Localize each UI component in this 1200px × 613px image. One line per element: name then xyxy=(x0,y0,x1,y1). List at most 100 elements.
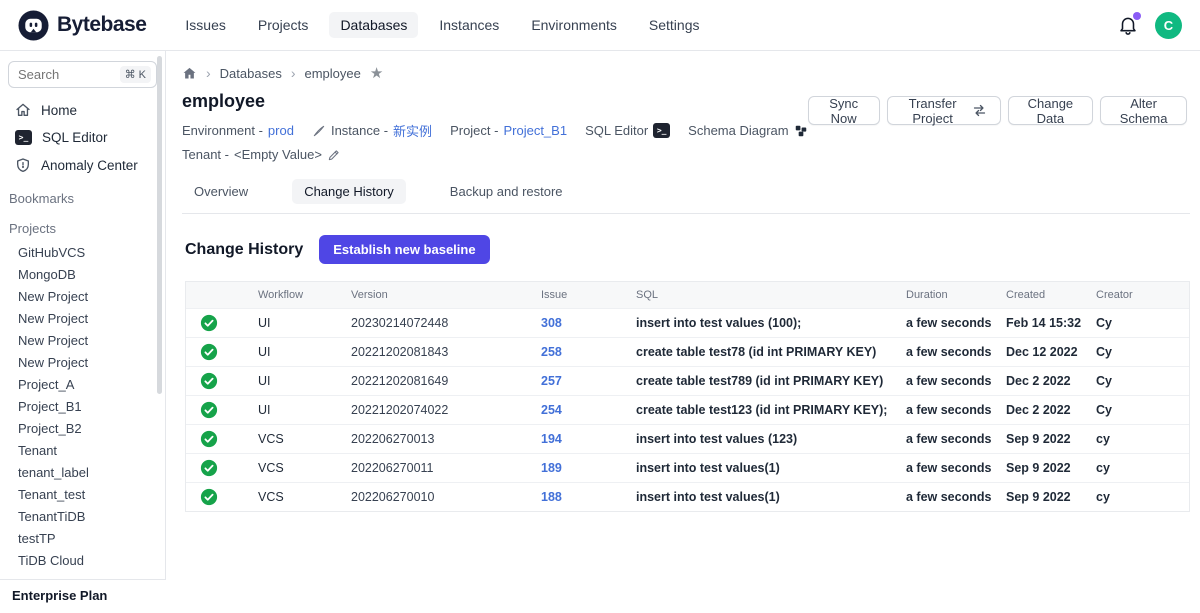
issue-link[interactable]: 189 xyxy=(541,461,636,475)
sql-cell: insert into test values(1) xyxy=(636,461,906,475)
database-tab[interactable]: Overview xyxy=(182,179,260,204)
sidebar-project-item[interactable]: TiDB Cloud xyxy=(0,550,165,572)
breadcrumb-databases[interactable]: Databases xyxy=(220,66,282,81)
sidebar-item-anomaly-center[interactable]: Anomaly Center xyxy=(0,151,165,179)
sql-cell: insert into test values (123) xyxy=(636,432,906,446)
version-cell: 202206270011 xyxy=(351,461,541,475)
change-history-row[interactable]: VCS 202206270010 188 insert into test va… xyxy=(186,482,1189,511)
transfer-project-button[interactable]: Transfer Project xyxy=(887,96,1001,125)
change-history-row[interactable]: UI 20221202081843 258 create table test7… xyxy=(186,337,1189,366)
sync-now-button[interactable]: Sync Now xyxy=(808,96,880,125)
issue-link[interactable]: 308 xyxy=(541,316,636,330)
sidebar-project-item[interactable]: New Project xyxy=(0,330,165,352)
database-tab[interactable]: Backup and restore xyxy=(438,179,575,204)
sidebar-project-item[interactable]: testTP xyxy=(0,528,165,550)
change-history-row[interactable]: UI 20230214072448 308 insert into test v… xyxy=(186,308,1189,337)
avatar[interactable]: C xyxy=(1155,12,1182,39)
top-nav-item[interactable]: Instances xyxy=(428,12,510,38)
sidebar-project-item[interactable]: New Project xyxy=(0,352,165,374)
sidebar-project-item[interactable]: New Project xyxy=(0,286,165,308)
database-tab[interactable]: Change History xyxy=(292,179,406,204)
breadcrumb-home-icon[interactable] xyxy=(182,66,197,81)
created-cell: Dec 2 2022 xyxy=(1006,403,1096,417)
creator-cell: Cy xyxy=(1096,345,1189,359)
alter-schema-button[interactable]: Alter Schema xyxy=(1100,96,1187,125)
breadcrumb-separator: › xyxy=(291,65,296,81)
meta-sql-editor[interactable]: SQL Editor >_ xyxy=(585,123,670,138)
issue-link[interactable]: 257 xyxy=(541,374,636,388)
top-nav-item[interactable]: Projects xyxy=(247,12,320,38)
version-cell: 20221202081843 xyxy=(351,345,541,359)
meta-project: Project - Project_B1 xyxy=(450,123,567,138)
sidebar-project-item[interactable]: TenantTiDB xyxy=(0,506,165,528)
status-cell xyxy=(186,401,258,419)
top-nav-item[interactable]: Issues xyxy=(174,12,236,38)
sidebar-project-item[interactable]: Tenant_test xyxy=(0,484,165,506)
page-actions: Sync Now Transfer Project Change Data xyxy=(808,96,1190,125)
duration-cell: a few seconds xyxy=(906,374,1006,388)
sidebar-project-item[interactable]: New Project xyxy=(0,308,165,330)
change-history-row[interactable]: UI 20221202074022 254 create table test1… xyxy=(186,395,1189,424)
created-cell: Sep 9 2022 xyxy=(1006,432,1096,446)
top-nav-item[interactable]: Settings xyxy=(638,12,711,38)
success-check-icon xyxy=(200,488,218,506)
notifications-button[interactable] xyxy=(1117,14,1139,36)
sidebar: ⌘ K Home >_ SQL Editor xyxy=(0,51,166,613)
establish-baseline-button[interactable]: Establish new baseline xyxy=(319,235,489,264)
sidebar-project-item[interactable]: Project_B1 xyxy=(0,396,165,418)
issue-link[interactable]: 194 xyxy=(541,432,636,446)
meta-environment: Environment - prod xyxy=(182,123,294,138)
sidebar-nav: Home >_ SQL Editor Anomaly Center xyxy=(0,96,165,179)
sync-now-label: Sync Now xyxy=(822,96,866,126)
creator-cell: cy xyxy=(1096,432,1189,446)
instance-link[interactable]: 新实例 xyxy=(393,121,432,140)
version-cell: 20230214072448 xyxy=(351,316,541,330)
top-nav-item[interactable]: Environments xyxy=(520,12,628,38)
meta-schema-diagram[interactable]: Schema Diagram xyxy=(688,123,807,138)
version-column-header: Version xyxy=(351,289,541,301)
instance-label: Instance - xyxy=(331,123,388,138)
creator-cell: cy xyxy=(1096,490,1189,504)
creator-cell: cy xyxy=(1096,461,1189,475)
quill-icon xyxy=(312,124,326,138)
sidebar-project-item[interactable]: Project_B2 xyxy=(0,418,165,440)
change-history-row[interactable]: UI 20221202081649 257 create table test7… xyxy=(186,366,1189,395)
sidebar-item-home[interactable]: Home xyxy=(0,96,165,124)
creator-cell: Cy xyxy=(1096,403,1189,417)
sidebar-project-item[interactable]: tenant_label xyxy=(0,462,165,484)
change-history-table-header: Workflow Version Issue SQL Duration Crea… xyxy=(186,282,1189,308)
sql-editor-icon: >_ xyxy=(653,123,670,138)
top-nav-item[interactable]: Databases xyxy=(329,12,418,38)
sidebar-project-item[interactable]: Project_A xyxy=(0,374,165,396)
sidebar-scrollbar[interactable] xyxy=(157,56,162,394)
favorite-star-icon[interactable]: ★ xyxy=(370,66,383,81)
issue-link[interactable]: 258 xyxy=(541,345,636,359)
transfer-project-label: Transfer Project xyxy=(901,96,965,126)
sidebar-project-item[interactable]: Tenant xyxy=(0,440,165,462)
edit-pencil-icon[interactable] xyxy=(327,148,341,162)
breadcrumb-employee[interactable]: employee xyxy=(305,66,361,81)
sidebar-project-item[interactable]: GitHubVCS xyxy=(0,242,165,264)
search-box[interactable]: ⌘ K xyxy=(8,61,157,88)
issue-link[interactable]: 254 xyxy=(541,403,636,417)
change-history-table: Workflow Version Issue SQL Duration Crea… xyxy=(185,281,1190,512)
sql-editor-label: SQL Editor xyxy=(585,123,648,138)
page-header: employee Environment - prod Instance - xyxy=(182,91,1190,162)
notification-dot xyxy=(1133,12,1141,20)
change-history-row[interactable]: VCS 202206270013 194 insert into test va… xyxy=(186,424,1189,453)
breadcrumb-separator: › xyxy=(206,65,211,81)
environment-link[interactable]: prod xyxy=(268,123,294,138)
database-meta-line-1: Environment - prod Instance - 新实例 P xyxy=(182,121,808,140)
change-history-row[interactable]: VCS 202206270011 189 insert into test va… xyxy=(186,453,1189,482)
change-data-button[interactable]: Change Data xyxy=(1008,96,1094,125)
issue-link[interactable]: 188 xyxy=(541,490,636,504)
sql-cell: create table test78 (id int PRIMARY KEY) xyxy=(636,345,906,359)
sidebar-project-item[interactable]: MongoDB xyxy=(0,264,165,286)
project-link[interactable]: Project_B1 xyxy=(503,123,567,138)
bytebase-logo[interactable]: Bytebase xyxy=(18,10,146,41)
search-input[interactable] xyxy=(18,67,98,82)
success-check-icon xyxy=(200,401,218,419)
sidebar-item-sql-editor[interactable]: >_ SQL Editor xyxy=(0,124,165,151)
success-check-icon xyxy=(200,314,218,332)
bytebase-app: Bytebase Issues Projects Databases Insta… xyxy=(0,0,1200,613)
